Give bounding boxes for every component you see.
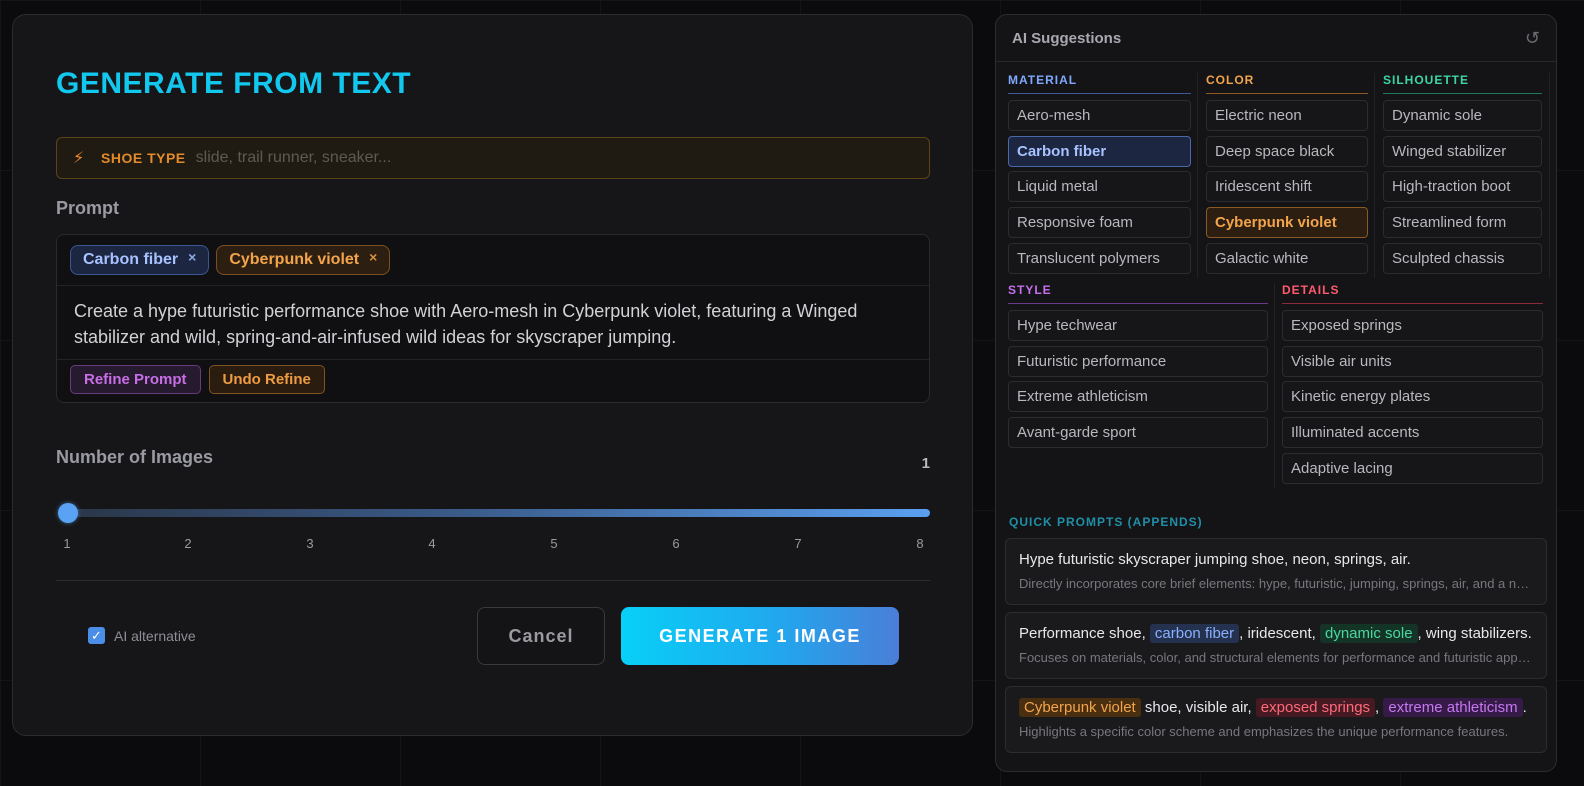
- quick-prompt-description: Highlights a specific color scheme and e…: [1019, 724, 1509, 739]
- slider-tick: 4: [428, 536, 436, 551]
- style-column: STYLE Hype techwear Futuristic performan…: [1008, 283, 1268, 453]
- prompt-fragment: .: [1522, 699, 1527, 716]
- generate-panel: GENERATE FROM TEXT ⚡︎ SHOE TYPE Prompt C…: [12, 14, 973, 736]
- quick-prompt-text: Performance shoe, carbon fiber, iridesce…: [1019, 623, 1533, 645]
- column-separator: [1549, 73, 1550, 278]
- suggestion-winged-stabilizer[interactable]: Winged stabilizer: [1383, 135, 1542, 167]
- highlight-color: Cyberpunk violet: [1019, 698, 1141, 717]
- suggestion-hype-techwear[interactable]: Hype techwear: [1008, 310, 1268, 341]
- suggestion-exposed-springs[interactable]: Exposed springs: [1282, 310, 1543, 341]
- cancel-button[interactable]: Cancel: [477, 607, 605, 665]
- style-heading: STYLE: [1008, 283, 1268, 304]
- highlight-details: exposed springs: [1255, 698, 1376, 717]
- chip-carbon-fiber: Carbon fiber ×: [70, 245, 210, 275]
- material-column: MATERIAL Aero-mesh Carbon fiber Liquid m…: [1008, 73, 1191, 278]
- suggestion-extreme-athleticism[interactable]: Extreme athleticism: [1008, 381, 1268, 413]
- quick-prompts-heading: QUICK PROMPTS (APPENDS): [1009, 515, 1203, 529]
- suggestion-streamlined-form[interactable]: Streamlined form: [1383, 207, 1542, 239]
- suggestion-illuminated-accents[interactable]: Illuminated accents: [1282, 417, 1543, 449]
- slider-tick: 2: [184, 536, 192, 551]
- slider-tick: 6: [672, 536, 680, 551]
- silhouette-column: SILHOUETTE Dynamic sole Winged stabilize…: [1383, 73, 1542, 278]
- suggestion-deep-space-black[interactable]: Deep space black: [1206, 135, 1368, 167]
- column-separator: [1274, 283, 1275, 488]
- suggestion-translucent-polymers[interactable]: Translucent polymers: [1008, 242, 1191, 274]
- details-column: DETAILS Exposed springs Visible air unit…: [1282, 283, 1543, 488]
- quick-prompt-card[interactable]: Performance shoe, carbon fiber, iridesce…: [1005, 612, 1547, 679]
- suggestion-high-traction-boot[interactable]: High-traction boot: [1383, 171, 1542, 203]
- refine-prompt-button[interactable]: Refine Prompt: [70, 365, 201, 394]
- bolt-icon: ⚡︎: [73, 150, 85, 167]
- divider: [56, 580, 930, 581]
- chip-label: Carbon fiber: [83, 251, 179, 268]
- prompt-fragment: shoe, visible air,: [1140, 699, 1256, 716]
- suggestion-futuristic-performance[interactable]: Futuristic performance: [1008, 345, 1268, 377]
- suggestion-sculpted-chassis[interactable]: Sculpted chassis: [1383, 242, 1542, 274]
- prompt-fragment: , wing stabilizers.: [1417, 625, 1532, 642]
- quick-prompt-card[interactable]: Cyberpunk violet shoe, visible air, expo…: [1005, 686, 1547, 753]
- suggestions-title: AI Suggestions: [1012, 29, 1122, 47]
- shoe-type-label: SHOE TYPE: [101, 150, 186, 166]
- page-title: GENERATE FROM TEXT: [56, 67, 412, 100]
- slider-tick: 8: [916, 536, 924, 551]
- suggestion-electric-neon[interactable]: Electric neon: [1206, 100, 1368, 131]
- suggestion-liquid-metal[interactable]: Liquid metal: [1008, 171, 1191, 203]
- shoe-type-field[interactable]: ⚡︎ SHOE TYPE: [56, 137, 930, 179]
- number-of-images-slider[interactable]: [68, 509, 930, 517]
- color-heading: COLOR: [1206, 73, 1368, 94]
- slider-tick: 5: [550, 536, 558, 551]
- column-separator: [1374, 73, 1375, 278]
- quick-prompt-description: Focuses on materials, color, and structu…: [1019, 650, 1533, 665]
- checkmark-icon[interactable]: ✓: [88, 627, 105, 644]
- close-icon[interactable]: ×: [188, 249, 196, 265]
- suggestion-dynamic-sole[interactable]: Dynamic sole: [1383, 100, 1542, 131]
- ai-alternative-checkbox[interactable]: ✓ AI alternative: [88, 627, 196, 644]
- slider-thumb[interactable]: [58, 503, 78, 523]
- silhouette-heading: SILHOUETTE: [1383, 73, 1542, 94]
- color-column: COLOR Electric neon Deep space black Iri…: [1206, 73, 1368, 278]
- highlight-style: extreme athleticism: [1383, 698, 1523, 717]
- number-of-images-label: Number of Images: [56, 447, 214, 467]
- refresh-icon[interactable]: ↺: [1525, 28, 1540, 49]
- chip-label: Cyberpunk violet: [229, 251, 360, 268]
- chip-row: Carbon fiber × Cyberpunk violet ×: [57, 235, 929, 286]
- quick-prompt-text: Hype futuristic skyscraper jumping shoe,…: [1019, 551, 1411, 568]
- undo-refine-button[interactable]: Undo Refine: [208, 365, 325, 394]
- suggestion-iridescent-shift[interactable]: Iridescent shift: [1206, 171, 1368, 203]
- suggestion-cyberpunk-violet[interactable]: Cyberpunk violet: [1206, 207, 1368, 239]
- highlight-silhouette: dynamic sole: [1320, 624, 1418, 643]
- suggestion-adaptive-lacing[interactable]: Adaptive lacing: [1282, 452, 1543, 484]
- quick-prompt-card[interactable]: Hype futuristic skyscraper jumping shoe,…: [1005, 538, 1547, 605]
- prompt-label: Prompt: [56, 198, 119, 218]
- ai-suggestions-panel: AI Suggestions ↺ MATERIAL Aero-mesh Carb…: [995, 14, 1557, 772]
- slider-tick: 3: [306, 536, 314, 551]
- quick-prompt-description: Directly incorporates core brief element…: [1019, 576, 1533, 591]
- suggestion-kinetic-energy-plates[interactable]: Kinetic energy plates: [1282, 381, 1543, 413]
- suggestion-carbon-fiber[interactable]: Carbon fiber: [1008, 135, 1191, 167]
- slider-tick: 7: [794, 536, 802, 551]
- close-icon[interactable]: ×: [369, 249, 377, 265]
- highlight-material: carbon fiber: [1149, 624, 1240, 643]
- quick-prompt-text: Cyberpunk violet shoe, visible air, expo…: [1019, 697, 1533, 719]
- suggestion-aero-mesh[interactable]: Aero-mesh: [1008, 100, 1191, 131]
- slider-tick: 1: [63, 536, 71, 551]
- ai-alternative-label: AI alternative: [114, 627, 196, 644]
- suggestions-header: AI Suggestions ↺: [996, 15, 1556, 62]
- material-heading: MATERIAL: [1008, 73, 1191, 94]
- prompt-actions: Refine Prompt Undo Refine: [57, 360, 929, 399]
- number-of-images-value: 1: [921, 455, 930, 472]
- prompt-box: Carbon fiber × Cyberpunk violet × Create…: [56, 234, 930, 403]
- suggestion-avant-garde-sport[interactable]: Avant-garde sport: [1008, 417, 1268, 449]
- prompt-fragment: , iridescent,: [1239, 625, 1320, 642]
- prompt-textarea[interactable]: Create a hype futuristic performance sho…: [57, 286, 929, 360]
- chip-cyberpunk-violet: Cyberpunk violet ×: [216, 245, 391, 275]
- suggestion-responsive-foam[interactable]: Responsive foam: [1008, 207, 1191, 239]
- column-separator: [1197, 73, 1198, 278]
- prompt-fragment: Performance shoe,: [1019, 625, 1150, 642]
- suggestion-visible-air-units[interactable]: Visible air units: [1282, 345, 1543, 377]
- suggestion-galactic-white[interactable]: Galactic white: [1206, 242, 1368, 274]
- shoe-type-input[interactable]: [195, 149, 929, 167]
- generate-button[interactable]: GENERATE 1 IMAGE: [621, 607, 899, 665]
- details-heading: DETAILS: [1282, 283, 1543, 304]
